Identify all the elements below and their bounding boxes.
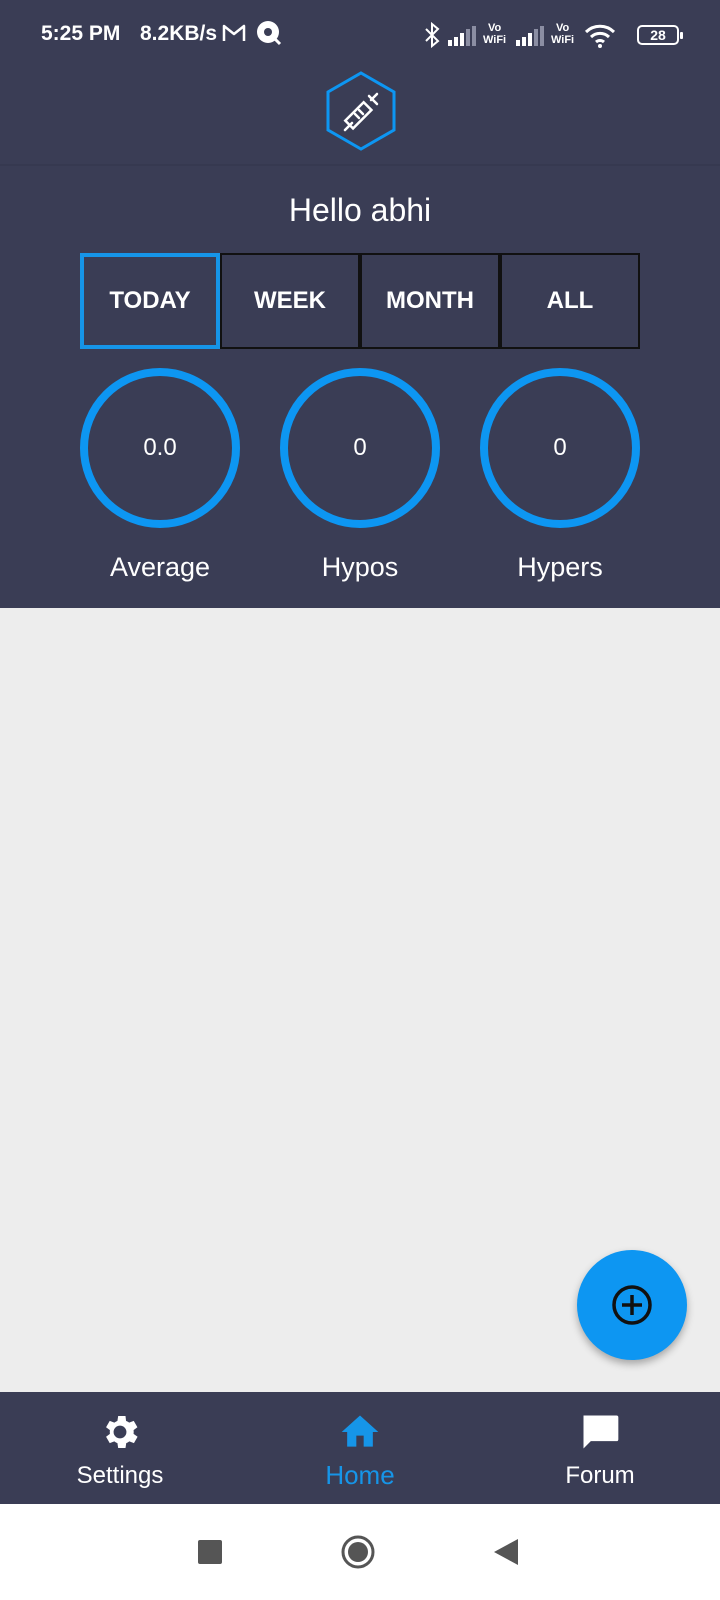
stat-hypers: 0 Hypers bbox=[480, 368, 640, 583]
vowifi-top-label-2: Vo bbox=[555, 22, 570, 34]
add-entry-button[interactable] bbox=[577, 1250, 687, 1360]
period-tabs: TODAY WEEK MONTH ALL bbox=[80, 253, 640, 349]
hypos-value: 0 bbox=[280, 368, 440, 528]
vowifi-bottom-label: WiFi bbox=[483, 34, 507, 46]
syringe-hexagon-icon bbox=[325, 70, 397, 152]
stat-hypos: 0 Hypos bbox=[280, 368, 440, 583]
recents-button[interactable] bbox=[198, 1540, 222, 1569]
gmail-icon bbox=[222, 23, 246, 48]
nav-forum-label: Forum bbox=[565, 1462, 635, 1489]
vowifi-icon: Vo WiFi bbox=[483, 22, 506, 46]
summary-panel: Hello abhi TODAY WEEK MONTH ALL 0.0 Aver… bbox=[0, 166, 720, 608]
hypos-label: Hypos bbox=[321, 552, 399, 582]
tab-month[interactable]: MONTH bbox=[360, 253, 500, 349]
circle-icon bbox=[341, 1535, 375, 1569]
status-time: 5:25 PM bbox=[41, 22, 121, 45]
bluetooth-icon bbox=[424, 21, 440, 53]
app-bar bbox=[0, 70, 720, 166]
tab-week[interactable]: WEEK bbox=[220, 253, 360, 349]
bottom-navigation: Settings Home Forum bbox=[0, 1392, 720, 1504]
home-icon bbox=[341, 1415, 379, 1447]
hypers-label: Hypers bbox=[517, 552, 603, 582]
battery-icon: 28 bbox=[637, 25, 683, 45]
nav-home[interactable]: Home bbox=[240, 1392, 480, 1504]
average-value: 0.0 bbox=[80, 368, 240, 528]
signal-icon bbox=[448, 26, 476, 51]
nav-home-label: Home bbox=[325, 1460, 395, 1490]
vowifi-icon-2: Vo WiFi bbox=[551, 22, 574, 46]
notification-icon bbox=[256, 20, 282, 51]
nav-settings-label: Settings bbox=[76, 1462, 164, 1489]
nav-forum[interactable]: Forum bbox=[480, 1392, 720, 1504]
tab-all[interactable]: ALL bbox=[500, 253, 640, 349]
vowifi-bottom-label-2: WiFi bbox=[551, 34, 575, 46]
square-icon bbox=[198, 1540, 222, 1564]
status-bar: 5:25 PM 8.2KB/s Vo WiFi Vo WiFi 28 bbox=[0, 0, 720, 70]
back-triangle-icon bbox=[494, 1539, 518, 1565]
wifi-icon bbox=[584, 24, 616, 53]
gear-icon bbox=[106, 1416, 138, 1448]
chat-bubble-icon bbox=[583, 1415, 619, 1449]
nav-settings[interactable]: Settings bbox=[0, 1392, 240, 1504]
greeting-text: Hello abhi bbox=[288, 192, 432, 228]
signal-icon-2 bbox=[516, 26, 544, 51]
system-navigation-bar bbox=[0, 1504, 720, 1600]
tab-today[interactable]: TODAY bbox=[80, 253, 220, 349]
vowifi-top-label: Vo bbox=[487, 22, 502, 34]
add-circle-icon bbox=[612, 1285, 652, 1325]
home-system-button[interactable] bbox=[340, 1534, 376, 1575]
back-button[interactable] bbox=[494, 1539, 518, 1570]
average-label: Average bbox=[109, 552, 211, 582]
status-network-speed: 8.2KB/s bbox=[140, 22, 218, 45]
hypers-value: 0 bbox=[480, 368, 640, 528]
stat-average: 0.0 Average bbox=[80, 368, 240, 583]
